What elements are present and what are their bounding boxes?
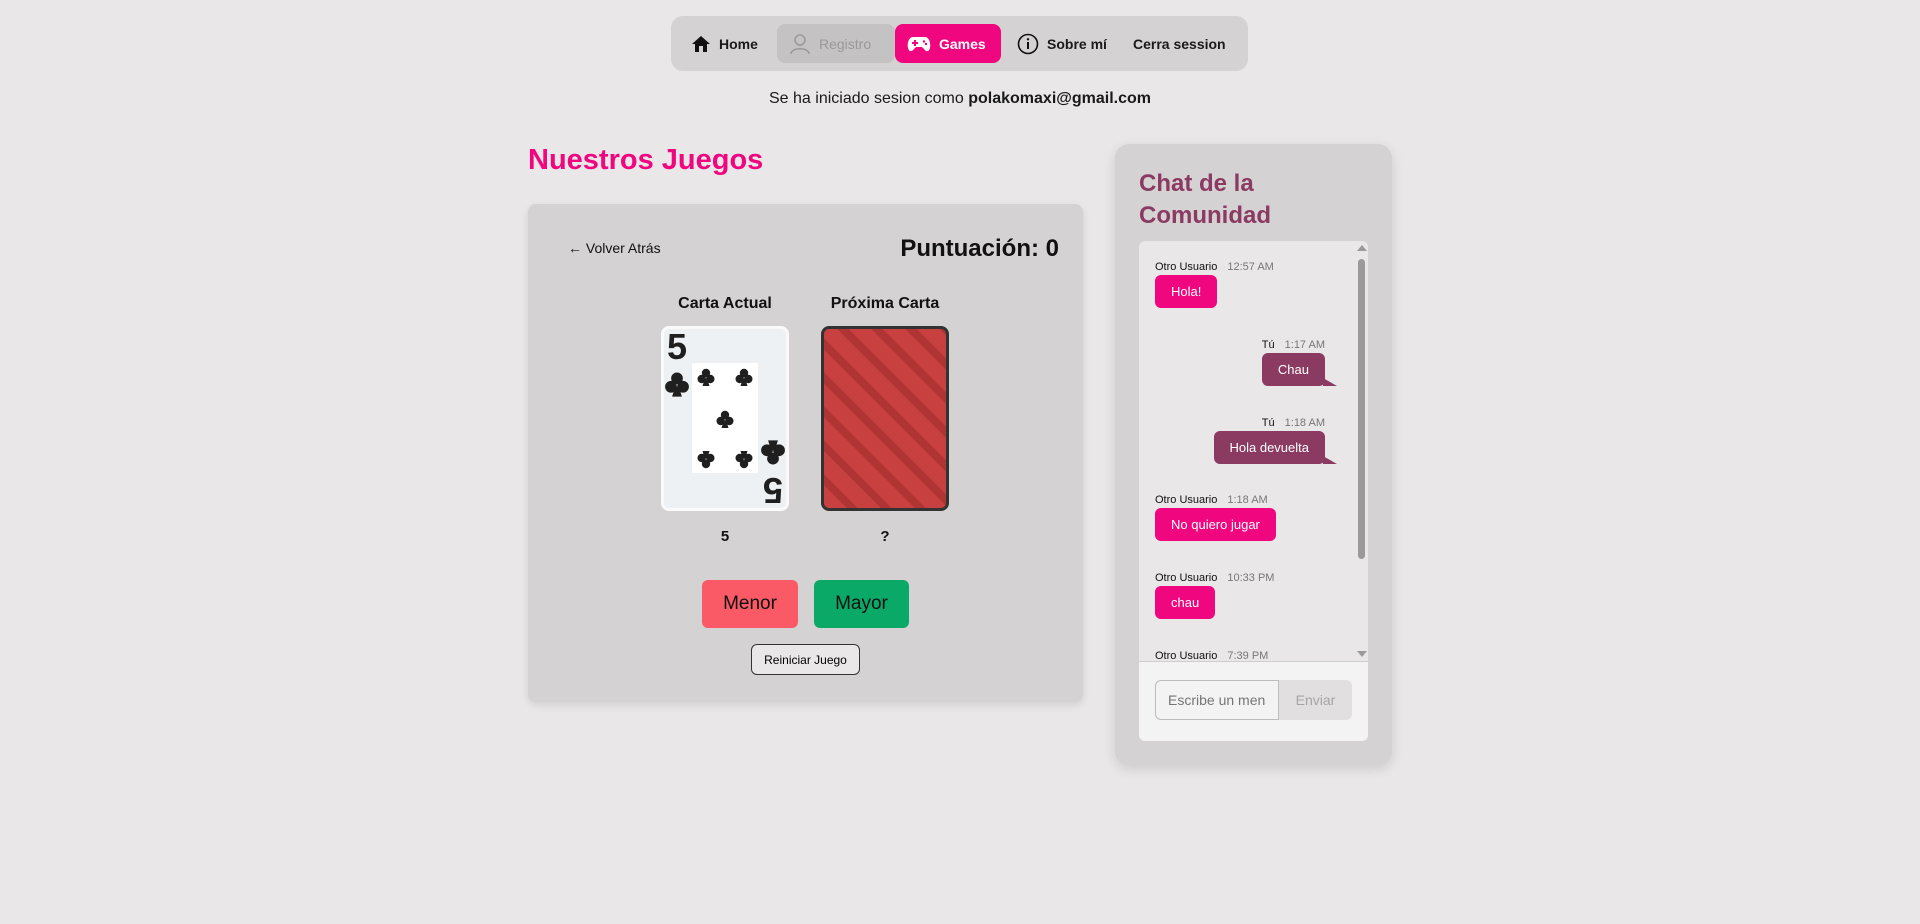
scroll-up-icon[interactable]: [1357, 245, 1367, 251]
corner-rank-bottom: 5: [763, 470, 783, 508]
nav-registro[interactable]: Registro: [777, 24, 895, 63]
nav-sobre-mi[interactable]: Sobre mí: [1001, 24, 1119, 63]
chat-box: Otro Usuario 12:57 AM Hola! Tú 1:17 AM Cha…: [1139, 241, 1368, 741]
message-item: Otro Usuario 10:33 PM chau: [1155, 572, 1274, 619]
nav-logout-label: Cerra session: [1133, 35, 1226, 52]
message-time: 1:18 AM: [1284, 417, 1325, 429]
message-bubble: Hola devuelta: [1213, 431, 1337, 464]
home-icon: [692, 35, 710, 52]
message-user: Tú: [1261, 417, 1275, 429]
scroll-down-icon[interactable]: [1357, 651, 1367, 657]
message-item: Otro Usuario 12:57 AM Hola!: [1155, 261, 1274, 308]
nav-sobre-mi-label: Sobre mí: [1047, 35, 1107, 52]
message-item: Otro Usuario 7:39 PM: [1155, 650, 1292, 661]
message-time: 10:33 PM: [1227, 572, 1275, 584]
message-item: Otro Usuario 1:18 AM No quiero jugar: [1155, 494, 1276, 541]
message-user: Tú: [1261, 339, 1275, 351]
nav-home-label: Home: [719, 35, 758, 52]
message-user: Otro Usuario: [1155, 650, 1218, 661]
info-icon: [1017, 33, 1039, 54]
top-navbar: Home Registro Games Sobre mí Cerra sessi…: [671, 16, 1248, 71]
higher-button[interactable]: Mayor: [814, 580, 909, 628]
games-title: Nuestros Juegos: [528, 144, 764, 176]
chat-message-input[interactable]: [1155, 680, 1279, 720]
chat-input-row: Enviar: [1139, 661, 1368, 741]
session-email: polakomaxi@gmail.com: [968, 90, 1151, 107]
back-link[interactable]: ← Volver Atrás: [568, 240, 661, 256]
message-bubble: No quiero jugar: [1155, 508, 1276, 541]
chat-scrollbar[interactable]: [1355, 241, 1368, 661]
scroll-thumb[interactable]: [1358, 259, 1365, 559]
nav-logout[interactable]: Cerra session: [1119, 24, 1238, 63]
nav-home[interactable]: Home: [679, 24, 777, 63]
send-button[interactable]: Enviar: [1279, 680, 1352, 720]
game-panel: ← Volver Atrás Puntuación: 0 Carta Actua…: [528, 204, 1083, 702]
message-bubble: Chau: [1261, 353, 1338, 386]
next-card-back: [821, 326, 949, 511]
nav-games-label: Games: [939, 35, 986, 52]
nav-games[interactable]: Games: [895, 24, 1001, 63]
message-list[interactable]: Otro Usuario 12:57 AM Hola! Tú 1:17 AM Cha…: [1139, 241, 1355, 661]
chat-title: Chat de la Comunidad: [1139, 170, 1271, 229]
message-time: 7:39 PM: [1227, 650, 1269, 661]
corner-rank-top: 5: [667, 329, 687, 367]
corner-club-icon-bottom: [761, 440, 785, 465]
message-item: Tú 1:17 AM Chau: [1261, 339, 1338, 386]
next-card-label: Próxima Carta: [830, 295, 940, 312]
user-icon: [790, 33, 810, 54]
current-card-label: Carta Actual: [678, 295, 772, 312]
score-display: Puntuación: 0: [900, 235, 1059, 262]
corner-club-icon-top: [665, 372, 689, 397]
reset-game-button[interactable]: Reiniciar Juego: [751, 644, 860, 675]
message-user: Otro Usuario: [1155, 494, 1218, 506]
session-prefix: Se ha iniciado sesion como: [769, 90, 964, 107]
chat-panel: Chat de la Comunidad Otro Usuario 12:57 A…: [1115, 144, 1392, 765]
current-card-value: 5: [720, 528, 730, 545]
gamepad-icon: [907, 36, 931, 51]
message-item: Tú 1:18 AM Hola devuelta: [1213, 417, 1337, 464]
five-of-clubs-face: 5 5: [665, 326, 785, 511]
message-user: Otro Usuario: [1155, 261, 1218, 273]
nav-registro-label: Registro: [819, 35, 872, 52]
next-card-value: ?: [880, 528, 890, 545]
message-bubble: chau: [1155, 586, 1216, 619]
message-time: 1:18 AM: [1227, 494, 1268, 506]
current-card: 5 5: [661, 326, 789, 511]
session-info: Se ha iniciado sesion como polakomaxi@gm…: [0, 90, 1920, 108]
message-bubble: Hola!: [1155, 275, 1218, 308]
message-user: Otro Usuario: [1155, 572, 1218, 584]
lower-button[interactable]: Menor: [702, 580, 798, 628]
message-time: 1:17 AM: [1284, 339, 1325, 351]
message-time: 12:57 AM: [1227, 261, 1274, 273]
